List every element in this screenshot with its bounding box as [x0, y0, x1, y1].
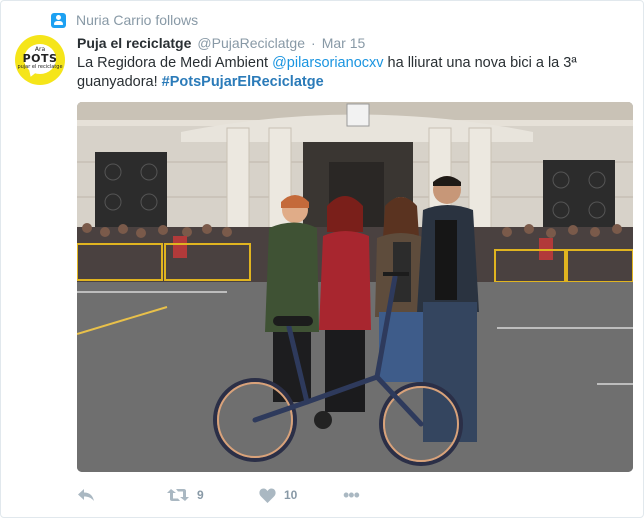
- retweet-button[interactable]: 9: [167, 488, 259, 502]
- mention-link[interactable]: @pilarsorianocxv: [272, 55, 383, 71]
- social-context-text[interactable]: Nuria Carrio follows: [76, 12, 198, 28]
- avatar-logo-text-3: pujar el reciclatge: [17, 64, 63, 70]
- reply-icon: [78, 489, 94, 501]
- social-context: Nuria Carrio follows: [51, 11, 198, 29]
- like-button[interactable]: 10: [259, 488, 343, 503]
- follow-icon: [51, 12, 66, 28]
- more-icon: •••: [343, 485, 360, 505]
- avatar[interactable]: Ara POTS pujar el reciclatge: [15, 35, 65, 85]
- retweet-count: 9: [197, 488, 204, 502]
- tweet-date[interactable]: Mar 15: [322, 35, 366, 51]
- tweet-actions: 9 10 •••: [77, 485, 360, 505]
- tweet-text-part-1: La Regidora de Medi Ambient: [77, 55, 273, 71]
- hashtag-link[interactable]: #PotsPujarElReciclatge: [162, 74, 324, 90]
- tweet-text: La Regidora de Medi Ambient @pilarsorian…: [77, 54, 627, 92]
- avatar-logo-text-2: POTS: [22, 52, 58, 65]
- header-separator: ·: [311, 35, 316, 51]
- author-name[interactable]: Puja el reciclatge: [77, 35, 191, 51]
- heart-icon: [259, 488, 276, 503]
- like-count: 10: [284, 488, 298, 502]
- tweet-photo[interactable]: [77, 102, 633, 472]
- tweet-header: Puja el reciclatge @PujaReciclatge · Mar…: [77, 35, 365, 51]
- more-button[interactable]: •••: [343, 485, 360, 505]
- author-handle[interactable]: @PujaReciclatge: [197, 35, 305, 51]
- reply-button[interactable]: [77, 488, 167, 502]
- retweet-icon: [167, 489, 189, 501]
- tweet-card[interactable]: Nuria Carrio follows Ara POTS pujar el r…: [0, 0, 644, 518]
